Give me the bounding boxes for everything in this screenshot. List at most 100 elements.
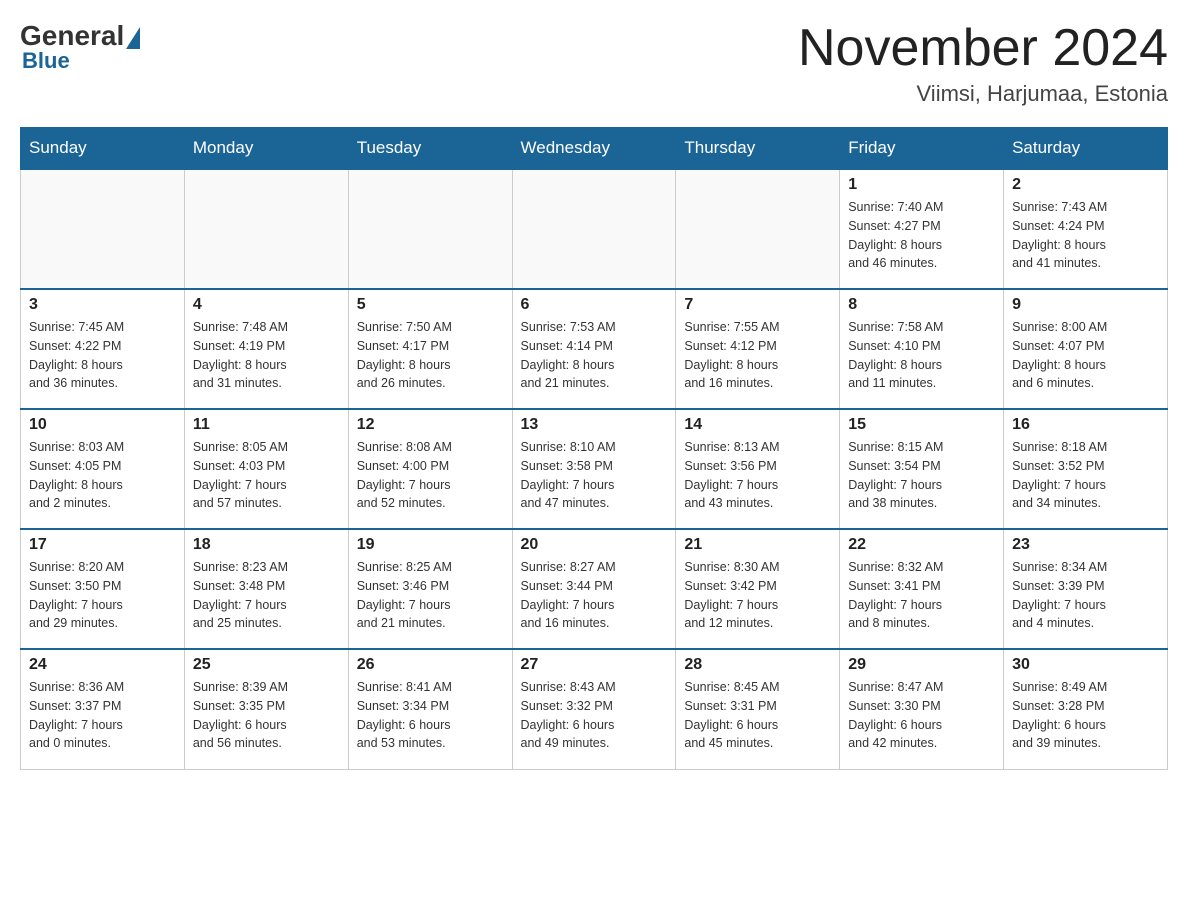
- day-number: 7: [684, 296, 831, 314]
- calendar-cell: 2 Sunrise: 7:43 AMSunset: 4:24 PMDaylight…: [1004, 169, 1168, 289]
- day-info: Sunrise: 7:50 AMSunset: 4:17 PMDaylight:…: [357, 318, 504, 393]
- calendar-cell: 4Sunrise: 7:48 AMSunset: 4:19 PMDaylight…: [184, 289, 348, 409]
- calendar-cell: 18 Sunrise: 8:23 AMSunset: 3:48 PMDayligh…: [184, 529, 348, 649]
- calendar-cell: 15 Sunrise: 8:15 AMSunset: 3:54 PMDayligh…: [840, 409, 1004, 529]
- calendar-cell: [348, 169, 512, 289]
- day-number: 4: [193, 296, 340, 314]
- calendar-cell: 16 Sunrise: 8:18 AMSunset: 3:52 PMDayligh…: [1004, 409, 1168, 529]
- day-info: Sunrise: 8:45 AMSunset: 3:31 PMDaylight:…: [684, 678, 831, 753]
- calendar-cell: 19Sunrise: 8:25 AMSunset: 3:46 PMDayligh…: [348, 529, 512, 649]
- day-number: 25: [193, 656, 340, 674]
- logo-blue: Blue: [22, 48, 70, 74]
- week-row-1: 1 Sunrise: 7:40 AMSunset: 4:27 PMDaylight…: [21, 169, 1168, 289]
- day-number: 13: [521, 416, 668, 434]
- calendar-cell: 12 Sunrise: 8:08 AMSunset: 4:00 PMDayligh…: [348, 409, 512, 529]
- calendar-cell: 9Sunrise: 8:00 AMSunset: 4:07 PMDaylight…: [1004, 289, 1168, 409]
- day-number: 29: [848, 656, 995, 674]
- week-row-2: 3 Sunrise: 7:45 AMSunset: 4:22 PMDaylight…: [21, 289, 1168, 409]
- day-number: 8: [848, 296, 995, 314]
- day-number: 15: [848, 416, 995, 434]
- calendar-cell: 11 Sunrise: 8:05 AMSunset: 4:03 PMDayligh…: [184, 409, 348, 529]
- calendar-cell: 27 Sunrise: 8:43 AMSunset: 3:32 PMDayligh…: [512, 649, 676, 769]
- calendar-cell: [21, 169, 185, 289]
- day-number: 1: [848, 176, 995, 194]
- day-info: Sunrise: 7:43 AMSunset: 4:24 PMDaylight:…: [1012, 198, 1159, 273]
- month-title: November 2024: [798, 20, 1168, 77]
- day-number: 14: [684, 416, 831, 434]
- day-info: Sunrise: 7:58 AMSunset: 4:10 PMDaylight:…: [848, 318, 995, 393]
- calendar-cell: [184, 169, 348, 289]
- day-info: Sunrise: 7:45 AMSunset: 4:22 PMDaylight:…: [29, 318, 176, 393]
- day-info: Sunrise: 8:49 AMSunset: 3:28 PMDaylight:…: [1012, 678, 1159, 753]
- day-number: 3: [29, 296, 176, 314]
- title-section: November 2024 Viimsi, Harjumaa, Estonia: [798, 20, 1168, 107]
- calendar-table: SundayMondayTuesdayWednesdayThursdayFrid…: [20, 127, 1168, 770]
- day-info: Sunrise: 8:03 AMSunset: 4:05 PMDaylight:…: [29, 438, 176, 513]
- day-number: 24: [29, 656, 176, 674]
- day-info: Sunrise: 8:30 AMSunset: 3:42 PMDaylight:…: [684, 558, 831, 633]
- day-number: 12: [357, 416, 504, 434]
- day-number: 22: [848, 536, 995, 554]
- day-info: Sunrise: 7:40 AMSunset: 4:27 PMDaylight:…: [848, 198, 995, 273]
- day-number: 20: [521, 536, 668, 554]
- calendar-cell: 14 Sunrise: 8:13 AMSunset: 3:56 PMDayligh…: [676, 409, 840, 529]
- week-row-5: 24 Sunrise: 8:36 AMSunset: 3:37 PMDayligh…: [21, 649, 1168, 769]
- day-number: 26: [357, 656, 504, 674]
- day-number: 17: [29, 536, 176, 554]
- calendar-cell: 30 Sunrise: 8:49 AMSunset: 3:28 PMDayligh…: [1004, 649, 1168, 769]
- weekday-header-row: SundayMondayTuesdayWednesdayThursdayFrid…: [21, 128, 1168, 170]
- calendar-cell: [512, 169, 676, 289]
- day-number: 28: [684, 656, 831, 674]
- day-info: Sunrise: 8:27 AMSunset: 3:44 PMDaylight:…: [521, 558, 668, 633]
- calendar-cell: 7 Sunrise: 7:55 AMSunset: 4:12 PMDaylight…: [676, 289, 840, 409]
- calendar-cell: 22 Sunrise: 8:32 AMSunset: 3:41 PMDayligh…: [840, 529, 1004, 649]
- day-info: Sunrise: 8:08 AMSunset: 4:00 PMDaylight:…: [357, 438, 504, 513]
- day-info: Sunrise: 8:47 AMSunset: 3:30 PMDaylight:…: [848, 678, 995, 753]
- day-number: 6: [521, 296, 668, 314]
- day-number: 2: [1012, 176, 1159, 194]
- calendar-cell: 23Sunrise: 8:34 AMSunset: 3:39 PMDayligh…: [1004, 529, 1168, 649]
- calendar-cell: 1 Sunrise: 7:40 AMSunset: 4:27 PMDaylight…: [840, 169, 1004, 289]
- calendar-cell: 8 Sunrise: 7:58 AMSunset: 4:10 PMDaylight…: [840, 289, 1004, 409]
- week-row-3: 10Sunrise: 8:03 AMSunset: 4:05 PMDayligh…: [21, 409, 1168, 529]
- day-number: 11: [193, 416, 340, 434]
- calendar-cell: 21 Sunrise: 8:30 AMSunset: 3:42 PMDayligh…: [676, 529, 840, 649]
- day-number: 5: [357, 296, 504, 314]
- calendar-cell: 25 Sunrise: 8:39 AMSunset: 3:35 PMDayligh…: [184, 649, 348, 769]
- calendar-cell: 6Sunrise: 7:53 AMSunset: 4:14 PMDaylight…: [512, 289, 676, 409]
- weekday-header-wednesday: Wednesday: [512, 128, 676, 170]
- day-info: Sunrise: 8:18 AMSunset: 3:52 PMDaylight:…: [1012, 438, 1159, 513]
- day-number: 18: [193, 536, 340, 554]
- calendar-cell: 20 Sunrise: 8:27 AMSunset: 3:44 PMDayligh…: [512, 529, 676, 649]
- day-info: Sunrise: 8:13 AMSunset: 3:56 PMDaylight:…: [684, 438, 831, 513]
- logo-triangle-icon: [126, 27, 140, 49]
- week-row-4: 17Sunrise: 8:20 AMSunset: 3:50 PMDayligh…: [21, 529, 1168, 649]
- day-number: 19: [357, 536, 504, 554]
- page-header: General Blue November 2024 Viimsi, Harju…: [20, 20, 1168, 107]
- day-number: 30: [1012, 656, 1159, 674]
- day-info: Sunrise: 8:32 AMSunset: 3:41 PMDaylight:…: [848, 558, 995, 633]
- day-info: Sunrise: 8:00 AMSunset: 4:07 PMDaylight:…: [1012, 318, 1159, 393]
- calendar-cell: 28 Sunrise: 8:45 AMSunset: 3:31 PMDayligh…: [676, 649, 840, 769]
- calendar-cell: 3 Sunrise: 7:45 AMSunset: 4:22 PMDaylight…: [21, 289, 185, 409]
- calendar-cell: [676, 169, 840, 289]
- calendar-cell: 13 Sunrise: 8:10 AMSunset: 3:58 PMDayligh…: [512, 409, 676, 529]
- day-info: Sunrise: 8:15 AMSunset: 3:54 PMDaylight:…: [848, 438, 995, 513]
- day-info: Sunrise: 7:55 AMSunset: 4:12 PMDaylight:…: [684, 318, 831, 393]
- day-number: 21: [684, 536, 831, 554]
- calendar-cell: 24 Sunrise: 8:36 AMSunset: 3:37 PMDayligh…: [21, 649, 185, 769]
- day-info: Sunrise: 8:39 AMSunset: 3:35 PMDaylight:…: [193, 678, 340, 753]
- calendar-cell: 17Sunrise: 8:20 AMSunset: 3:50 PMDayligh…: [21, 529, 185, 649]
- calendar-cell: 5 Sunrise: 7:50 AMSunset: 4:17 PMDaylight…: [348, 289, 512, 409]
- logo: General Blue: [20, 20, 140, 74]
- day-info: Sunrise: 8:41 AMSunset: 3:34 PMDaylight:…: [357, 678, 504, 753]
- day-info: Sunrise: 8:05 AMSunset: 4:03 PMDaylight:…: [193, 438, 340, 513]
- weekday-header-saturday: Saturday: [1004, 128, 1168, 170]
- location: Viimsi, Harjumaa, Estonia: [798, 81, 1168, 107]
- day-number: 16: [1012, 416, 1159, 434]
- day-number: 27: [521, 656, 668, 674]
- day-info: Sunrise: 8:43 AMSunset: 3:32 PMDaylight:…: [521, 678, 668, 753]
- day-info: Sunrise: 8:36 AMSunset: 3:37 PMDaylight:…: [29, 678, 176, 753]
- day-info: Sunrise: 8:10 AMSunset: 3:58 PMDaylight:…: [521, 438, 668, 513]
- day-info: Sunrise: 8:23 AMSunset: 3:48 PMDaylight:…: [193, 558, 340, 633]
